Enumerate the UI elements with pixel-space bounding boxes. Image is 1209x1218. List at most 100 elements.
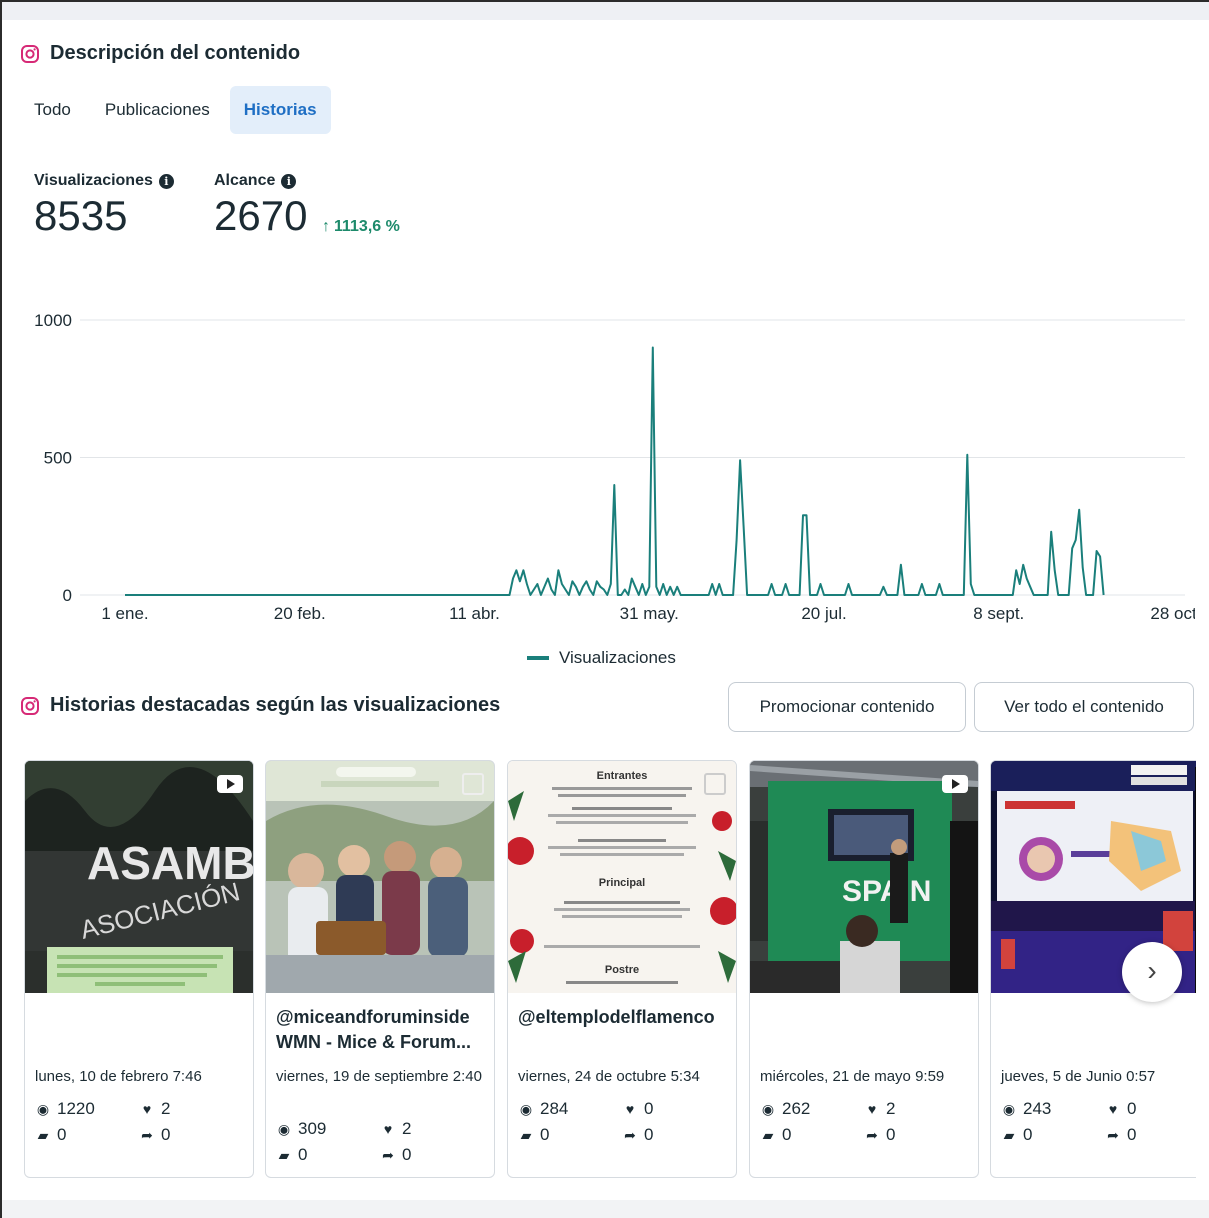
content-overview-header: Descripción del contenido (20, 42, 300, 65)
heart-icon: ♥ (1108, 1101, 1118, 1117)
eye-icon: ◉ (519, 1100, 533, 1117)
chevron-right-icon: › (1147, 955, 1157, 986)
thumb-text: Postre (605, 964, 639, 976)
tab-todo[interactable]: Todo (20, 86, 85, 134)
x-tick-label: 8 sept. (973, 604, 1024, 623)
share-icon: ➦ (382, 1146, 394, 1163)
comments-count: 0 (298, 1145, 308, 1164)
image-icon (704, 773, 726, 795)
video-icon (942, 775, 968, 793)
x-tick-label: 31 may. (620, 604, 679, 623)
story-account-name: WMN - Mice & Forum... (276, 1032, 471, 1052)
story-thumbnail[interactable]: ASAMB ASOCIACIÓN (25, 761, 253, 993)
story-date: jueves, 5 de Junio 0:57 (1001, 1068, 1156, 1085)
content-type-tabs: Todo Publicaciones Historias (20, 86, 331, 134)
story-stats: ◉ 309 ♥ 2 ▰ 0 ➦ 0 (276, 1119, 476, 1165)
section-title: Descripción del contenido (50, 42, 301, 64)
tab-publicaciones[interactable]: Publicaciones (91, 86, 224, 134)
views-count: 284 (540, 1099, 569, 1118)
story-card[interactable]: ASAMB ASOCIACIÓN lunes, 10 de febrero 7:… (24, 760, 254, 1178)
likes-count: 0 (644, 1099, 654, 1118)
eye-icon: ◉ (36, 1100, 50, 1117)
story-handle: @eltemplodelflamenco (518, 1005, 730, 1030)
top-strip (2, 2, 1209, 20)
story-stats: ◉ 262 ♥ 2 ▰ 0 ➦ 0 (760, 1099, 960, 1145)
view-all-content-button[interactable]: Ver todo el contenido (974, 682, 1194, 732)
comments-count: 0 (1023, 1125, 1033, 1144)
comments-count: 0 (57, 1125, 67, 1144)
y-tick-label: 500 (44, 449, 72, 468)
views-count: 1220 (57, 1099, 95, 1118)
share-icon: ➦ (624, 1126, 636, 1143)
tab-historias[interactable]: Historias (229, 86, 331, 134)
comment-icon: ▰ (1003, 1126, 1015, 1143)
share-icon: ➦ (866, 1126, 878, 1143)
x-tick-label: 20 jul. (801, 604, 846, 623)
info-icon[interactable]: i (281, 173, 297, 189)
views-value: 8535 (34, 192, 128, 239)
story-card[interactable]: SPAIN miércoles, 21 de mayo 9:59 ◉ 262 ♥ 2… (749, 760, 979, 1178)
stories-carousel: ASAMB ASOCIACIÓN lunes, 10 de febrero 7:… (24, 760, 1196, 1180)
story-date: lunes, 10 de febrero 7:46 (35, 1068, 202, 1085)
story-card[interactable]: Entrantes Principal Postre @eltemplodelf… (507, 760, 737, 1178)
section-title: Historias destacadas según las visualiza… (50, 694, 501, 716)
comment-icon: ▰ (762, 1126, 774, 1143)
video-icon (217, 775, 243, 793)
reach-delta-value: 1113,6 % (334, 218, 400, 235)
x-tick-label: 28 oct (1150, 604, 1195, 623)
story-handle: @miceandforuminside WMN - Mice & Forum..… (276, 1005, 488, 1055)
shares-count: 0 (161, 1125, 171, 1144)
reach-metric: Alcance i 2670 (214, 172, 307, 240)
reach-delta: ↑ 1113,6 % (322, 218, 400, 236)
heart-icon: ♥ (383, 1121, 393, 1137)
views-label: Visualizaciones (34, 172, 153, 189)
x-tick-label: 1 ene. (101, 604, 148, 623)
series-line-visualizaciones (125, 346, 1105, 596)
story-thumbnail[interactable] (266, 761, 494, 993)
comments-count: 0 (540, 1125, 550, 1144)
promote-content-button[interactable]: Promocionar contenido (728, 682, 966, 732)
share-icon: ➦ (141, 1126, 153, 1143)
top-stories-header: Historias destacadas según las visualiza… (20, 694, 500, 717)
story-date: miércoles, 21 de mayo 9:59 (760, 1068, 945, 1085)
likes-count: 2 (161, 1099, 171, 1118)
thumb-text: Entrantes (597, 770, 648, 782)
likes-count: 2 (402, 1119, 412, 1138)
shares-count: 0 (402, 1145, 412, 1164)
instagram-icon (20, 44, 40, 64)
reach-value: 2670 (214, 192, 308, 239)
story-thumbnail[interactable]: Entrantes Principal Postre (508, 761, 736, 993)
eye-icon: ◉ (761, 1100, 775, 1117)
views-count: 309 (298, 1119, 327, 1138)
image-icon (462, 773, 484, 795)
eye-icon: ◉ (1002, 1100, 1016, 1117)
story-thumbnail[interactable]: SPAIN (750, 761, 978, 993)
carousel-next-button[interactable]: › (1122, 942, 1182, 1002)
thumb-text: SPAIN (842, 875, 931, 908)
comment-icon: ▰ (520, 1126, 532, 1143)
views-metric: Visualizaciones i 8535 (34, 172, 174, 240)
heart-icon: ♥ (867, 1101, 877, 1117)
instagram-icon (20, 696, 40, 716)
story-date: viernes, 19 de septiembre 2:40 (276, 1068, 482, 1085)
story-card[interactable]: @miceandforuminside WMN - Mice & Forum..… (265, 760, 495, 1178)
chart-legend: Visualizaciones (527, 648, 676, 668)
x-tick-label: 11 abr. (449, 604, 500, 623)
bottom-strip (2, 1200, 1209, 1218)
heart-icon: ♥ (625, 1101, 635, 1117)
story-stats: ◉ 1220 ♥ 2 ▰ 0 ➦ 0 (35, 1099, 235, 1145)
story-account: @miceandforuminside (276, 1007, 470, 1027)
shares-count: 0 (1127, 1125, 1137, 1144)
y-tick-label: 0 (63, 586, 72, 605)
y-tick-label: 1000 (34, 311, 72, 330)
share-icon: ➦ (1107, 1126, 1119, 1143)
info-icon[interactable]: i (158, 173, 174, 189)
story-account: @eltemplodelflamenco (518, 1007, 715, 1027)
eye-icon: ◉ (277, 1120, 291, 1137)
likes-count: 2 (886, 1099, 896, 1118)
views-line-chart: 0 500 1000 1 ene. 20 feb. 11 abr. 31 may. 20 ju… (34, 311, 1195, 623)
thumb-text: Principal (599, 877, 645, 889)
x-tick-label: 20 feb. (274, 604, 326, 623)
comment-icon: ▰ (37, 1126, 49, 1143)
arrow-up-icon: ↑ (322, 218, 330, 235)
